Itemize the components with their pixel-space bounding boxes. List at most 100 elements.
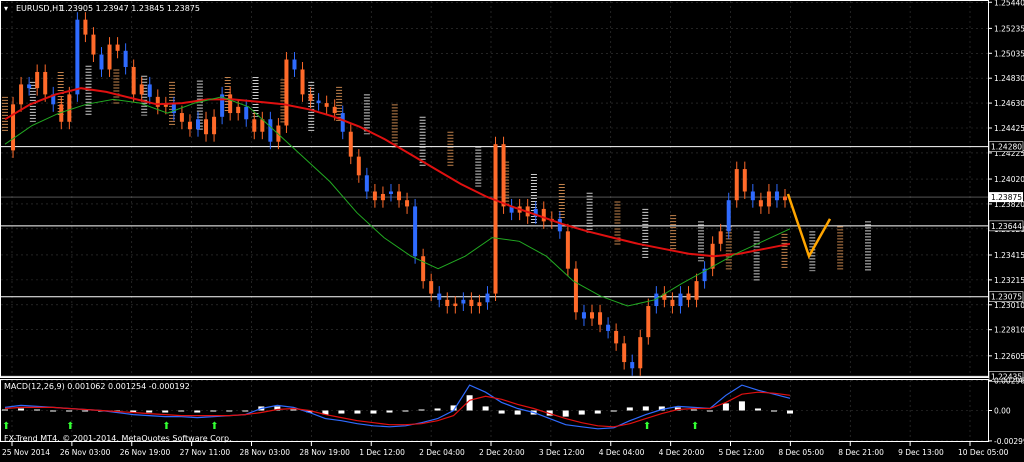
candle-body: [292, 59, 297, 70]
price-tick-label: 1.24020: [994, 175, 1024, 184]
macd-hist-bar: [514, 410, 521, 415]
macd-hist-bar: [226, 410, 233, 412]
candle-body: [340, 113, 345, 132]
time-tick-label: 28 Nov 19:00: [299, 448, 350, 457]
macd-hist-bar: [706, 410, 713, 412]
level-tag-label: 1.23644: [991, 222, 1022, 231]
macd-tick-label: -0.002990: [994, 437, 1024, 446]
candle-body: [155, 96, 160, 107]
time-tick-label: 25 Nov 2014: [2, 448, 50, 457]
time-tick-label: 4 Dec 04:00: [599, 448, 645, 457]
candle-body: [501, 144, 506, 207]
candle-body: [750, 191, 755, 201]
macd-hist-bar: [34, 409, 41, 411]
level-tag-label: 1.24280: [991, 143, 1022, 152]
candle-body: [187, 121, 192, 130]
candle-body: [19, 84, 24, 105]
price-tick-label: 1.25035: [994, 49, 1024, 58]
price-tick-label: 1.23415: [994, 251, 1024, 260]
candle-body: [742, 169, 747, 192]
time-tick-label: 8 Dec 21:00: [838, 448, 884, 457]
candle-body: [147, 84, 152, 97]
macd-hist-bar: [626, 407, 633, 411]
up-arrow-icon: ⬆: [643, 421, 651, 432]
candle-body: [421, 256, 426, 282]
level-tag-label: 1.23075: [991, 293, 1022, 302]
candle-body: [179, 113, 184, 122]
candle-body: [590, 312, 595, 319]
candle-body: [316, 100, 321, 104]
macd-hist-bar: [66, 410, 73, 412]
candle-body: [43, 71, 48, 95]
price-tick-label: 1.22810: [994, 326, 1024, 335]
macd-hist-bar: [370, 410, 377, 414]
macd-hist-bar: [498, 410, 505, 414]
candle-body: [638, 337, 643, 369]
candle-body: [453, 303, 458, 307]
macd-hist-bar: [642, 406, 649, 411]
candle-body: [300, 69, 305, 95]
candle-body: [75, 19, 80, 95]
macd-hist-bar: [787, 410, 793, 414]
candle-body: [204, 119, 209, 135]
chart-canvas[interactable]: 1.25440 1.25235 1.25035 1.24830 1.24630 1.244…: [0, 0, 1024, 462]
time-tick-label: 26 Nov 03:00: [60, 448, 111, 457]
macd-hist-bar: [242, 410, 249, 412]
candle-body: [485, 293, 490, 303]
macd-tick-label: 0.00: [994, 407, 1011, 416]
macd-hist-bar: [738, 401, 745, 411]
candle-body: [766, 191, 771, 207]
candle-body: [35, 71, 40, 89]
time-tick-label: 10 Dec 05:00: [958, 448, 1009, 457]
candle-body: [783, 196, 787, 201]
candle-body: [83, 19, 88, 35]
candle-body: [445, 299, 450, 307]
macd-hist-bar: [178, 410, 185, 412]
candle-body: [573, 268, 578, 313]
time-tick-label: 1 Dec 12:00: [359, 448, 405, 457]
ohlc-values: 1.23905 1.23947 1.23845 1.23875: [60, 4, 200, 13]
candle-body: [268, 119, 273, 142]
candle-body: [726, 200, 731, 232]
price-tick-label: 1.24630: [994, 99, 1024, 108]
macd-hist-bar: [402, 410, 409, 412]
candle-body: [123, 50, 128, 67]
time-tick-label: 5 Dec 12:00: [719, 448, 765, 457]
price-tick-label: 1.25235: [994, 24, 1024, 33]
candle-body: [606, 324, 611, 331]
candle-body: [774, 191, 779, 201]
macd-hist-bar: [482, 406, 489, 411]
time-tick-label: 28 Nov 03:00: [240, 448, 291, 457]
macd-hist-bar: [562, 410, 569, 417]
price-tick-label: 1.23215: [994, 276, 1024, 285]
up-arrow-icon: ⬆: [210, 421, 218, 432]
macd-hist-bar: [386, 410, 393, 413]
candle-body: [429, 281, 434, 294]
candle-body: [236, 106, 241, 114]
candle-body: [718, 231, 723, 244]
macd-hist-bar: [2, 409, 8, 411]
candle-body: [332, 106, 337, 114]
chart-triangle-icon: ▾: [4, 4, 8, 13]
time-tick-label: 4 Dec 20:00: [659, 448, 705, 457]
candle-body: [356, 156, 361, 176]
candle-body: [284, 59, 289, 126]
macd-hist-bar: [722, 403, 729, 411]
time-tick-label: 26 Nov 19:00: [120, 448, 171, 457]
candle-body: [324, 103, 329, 107]
macd-hist-bar: [594, 410, 601, 414]
candle-body: [493, 144, 498, 294]
candle-body: [477, 302, 482, 307]
time-tick-label: 3 Dec 12:00: [539, 448, 585, 457]
candle-body: [734, 169, 739, 201]
candle-body: [598, 312, 603, 325]
candle-body: [252, 119, 257, 132]
price-tick-label: 1.22605: [994, 352, 1024, 361]
time-tick-label: 2 Dec 04:00: [419, 448, 465, 457]
macd-hist-bar: [50, 410, 57, 412]
macd-label: MACD(12,26,9) 0.001062 0.001254 -0.00019…: [4, 382, 190, 391]
candle-body: [67, 94, 72, 122]
price-axis: 1.25440 1.25235 1.25035 1.24830 1.24630 1.244…: [988, 0, 1024, 361]
current-price-label: 1.23875: [991, 193, 1022, 202]
macd-hist-bar: [194, 410, 201, 413]
